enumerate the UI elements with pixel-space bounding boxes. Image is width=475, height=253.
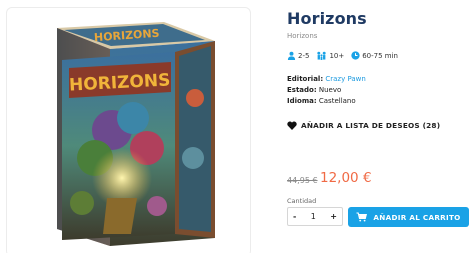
clock-icon [351,51,360,60]
age-spec: 10+ [316,51,344,60]
quantity-value[interactable]: 1 [311,212,316,221]
cart-icon [356,212,368,222]
quantity-stepper[interactable]: - 1 + [287,207,343,226]
product-specs: 2-5 10+ 60-75 min [287,51,405,60]
heart-icon [287,121,297,130]
product-subtitle: Horizons [287,32,318,40]
wishlist-label: AÑADIR A LISTA DE DESEOS (28) [301,121,441,130]
publisher-label: Editorial: [287,75,324,83]
current-price: 12,00 € [320,170,372,186]
quantity-decrease-button[interactable]: - [293,212,296,221]
language-value: Castellano [318,97,356,105]
publisher-link[interactable]: Crazy Pawn [325,75,365,83]
players-value: 2-5 [298,51,310,60]
old-price: 44,95 € [287,176,318,185]
duration-spec: 60-75 min [351,51,398,60]
product-details: Editorial: Crazy Pawn Estado: Nuevo Idio… [287,74,366,107]
person-icon [287,51,296,60]
add-to-cart-button[interactable]: AÑADIR AL CARRITO [348,207,469,227]
status-row: Estado: Nuevo [287,85,366,96]
quantity-increase-button[interactable]: + [330,212,337,221]
product-title: Horizons [287,9,367,28]
language-row: Idioma: Castellano [287,96,366,107]
publisher-row: Editorial: Crazy Pawn [287,74,366,85]
age-value: 10+ [329,51,345,60]
status-value: Nuevo [318,86,342,94]
add-to-cart-label: AÑADIR AL CARRITO [373,212,461,222]
quantity-label: Cantidad [287,197,317,205]
language-label: Idioma: [287,97,317,105]
status-label: Estado: [287,86,317,94]
players-spec: 2-5 [287,51,309,60]
product-box-image[interactable]: HORIZONS HORIZONS [7,8,251,253]
family-icon [317,51,327,60]
add-to-wishlist-button[interactable]: AÑADIR A LISTA DE DESEOS (28) [287,121,440,130]
product-image-card[interactable]: HORIZONS HORIZONS [6,7,251,253]
duration-value: 60-75 min [362,51,398,60]
